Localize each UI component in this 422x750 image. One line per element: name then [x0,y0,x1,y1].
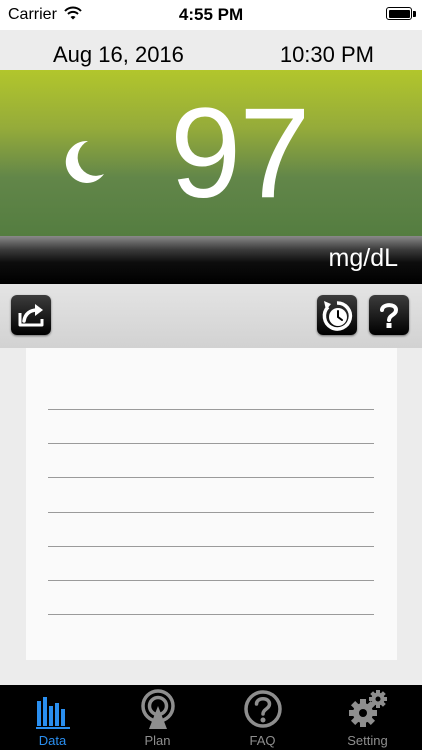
notes-area[interactable] [26,348,397,660]
action-toolbar [0,284,422,348]
help-button[interactable] [369,295,409,335]
note-line [48,512,374,513]
glucose-value: 97 [170,82,310,225]
note-line [48,409,374,410]
tab-faq-label: FAQ [249,733,276,748]
note-line [48,443,374,444]
tab-setting[interactable]: Setting [315,685,420,750]
tab-data-label: Data [38,733,67,748]
moon-icon [58,138,106,191]
reading-date: Aug 16, 2016 [53,42,184,67]
help-icon [380,303,399,328]
plan-icon [141,689,175,729]
history-button[interactable] [317,295,357,335]
battery-icon [386,7,412,20]
history-icon [322,301,353,331]
share-icon [18,304,44,327]
tab-setting-label: Setting [347,733,388,748]
tab-plan[interactable]: Plan [105,685,210,750]
faq-icon [244,690,282,728]
tab-data[interactable]: Data [0,685,105,750]
note-line [48,580,374,581]
bar-chart-icon [37,697,65,726]
tab-plan-label: Plan [144,733,171,748]
note-line [48,546,374,547]
active-tab-indicator [36,727,70,729]
glucose-unit: mg/dL [328,244,398,272]
reading-time: 10:30 PM [279,42,374,67]
tab-faq[interactable]: FAQ [210,685,315,750]
unit-bar: mg/dL [0,236,422,284]
status-bar: Carrier 4:55 PM [0,0,422,30]
glucose-reading-panel: 97 [0,70,422,236]
reading-datetime-row: Aug 16, 2016 10:30 PM [0,30,422,70]
note-line [48,614,374,615]
share-button[interactable] [11,295,51,335]
note-line [48,477,374,478]
status-time: 4:55 PM [178,5,244,24]
battery-cap [413,11,416,17]
tab-bar: Data Plan FAQ Setting [0,685,422,750]
gears-icon [349,690,387,727]
